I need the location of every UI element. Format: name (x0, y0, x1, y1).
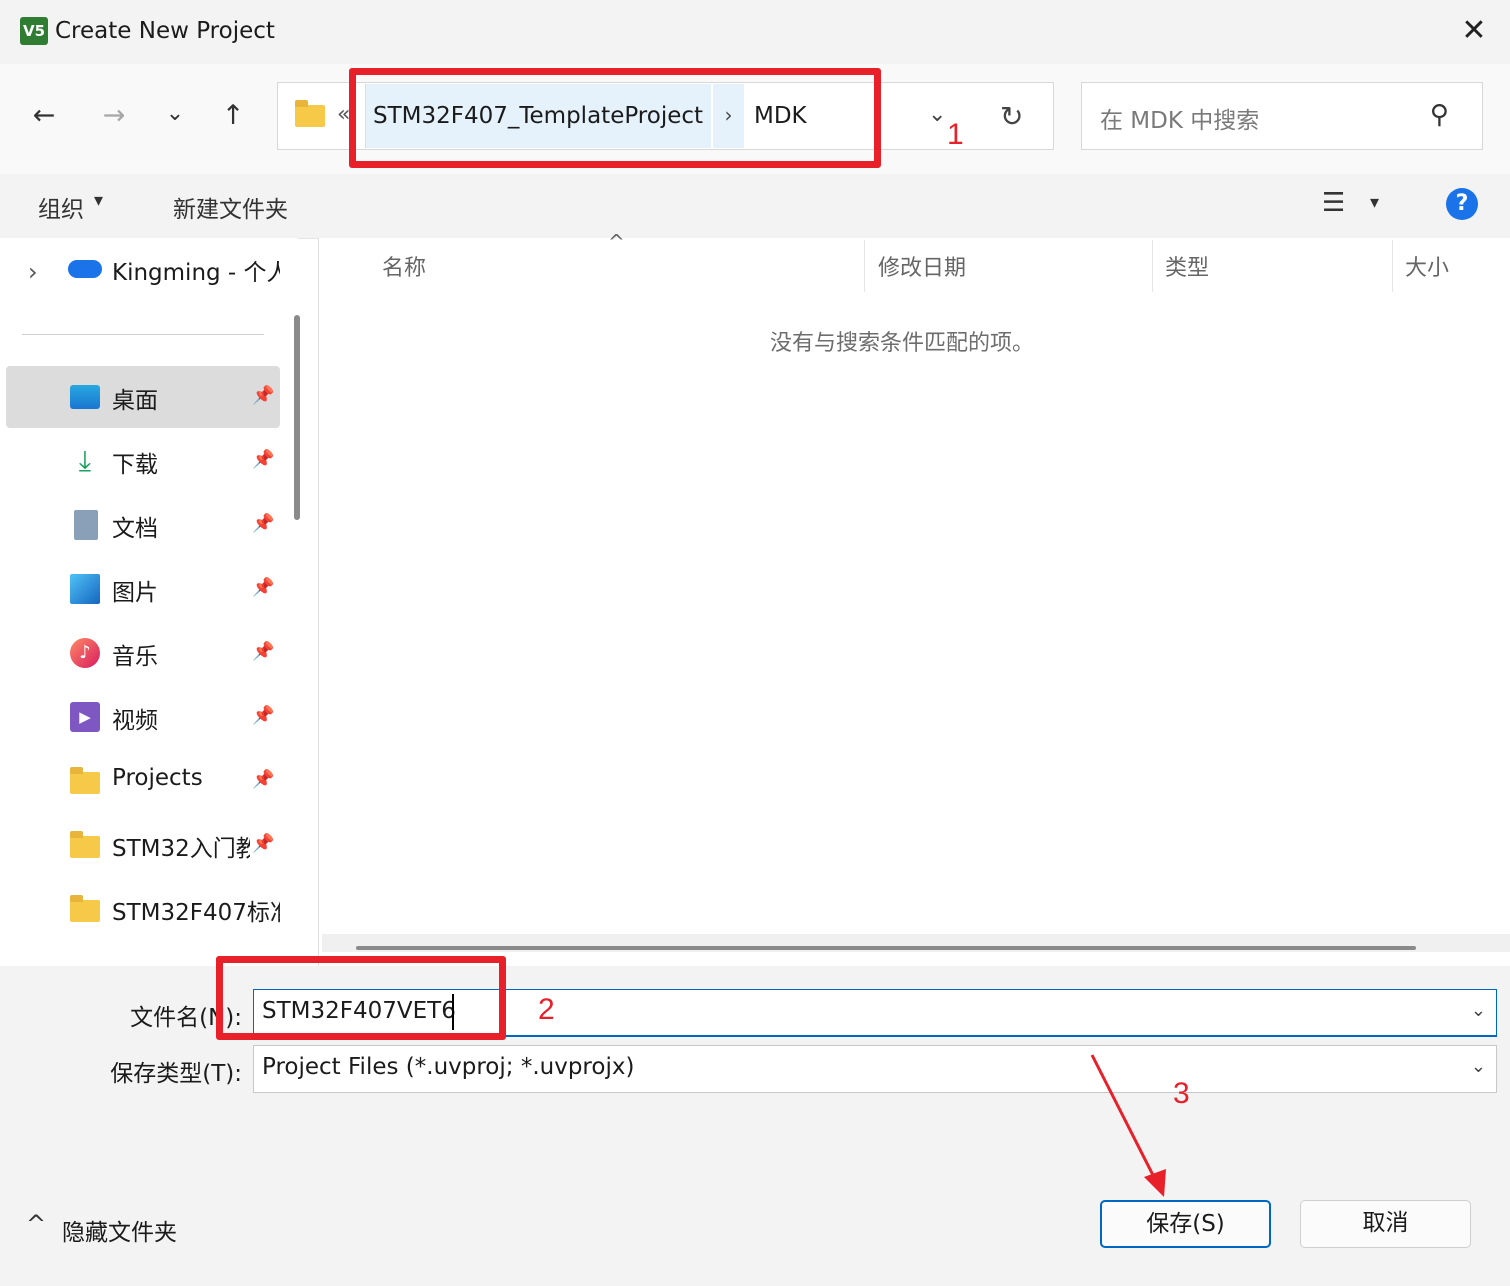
onedrive-cloud-icon (68, 260, 102, 278)
save-button[interactable]: 保存(S) (1100, 1200, 1271, 1248)
folder-icon (70, 895, 100, 922)
filetype-value[interactable]: Project Files (*.uvproj; *.uvprojx) (262, 1054, 634, 1080)
sidebar-item-music[interactable]: ♪ 音乐 📌 (6, 622, 280, 684)
music-icon: ♪ (70, 638, 100, 668)
sidebar-scrollbar[interactable] (294, 315, 300, 520)
pin-icon: 📌 (252, 641, 275, 662)
column-divider[interactable] (1152, 240, 1153, 292)
address-dropdown-icon[interactable]: ⌄ (928, 102, 946, 127)
sidebar-item-downloads[interactable]: ⤓ 下载 📌 (6, 430, 280, 492)
column-header-date-modified[interactable]: 修改日期 (878, 250, 966, 282)
documents-icon (74, 510, 98, 540)
window-title: Create New Project (55, 18, 275, 44)
organize-button[interactable]: 组织 (38, 190, 84, 224)
up-button[interactable]: ↑ (213, 96, 253, 136)
sidebar-item-label: STM32F407标准库 (112, 900, 280, 926)
pin-icon: 📌 (252, 513, 275, 534)
navigation-pane: › Kingming - 个人 桌面 📌 ⤓ 下载 📌 文档 📌 图片 📌 ♪ … (0, 238, 298, 966)
pin-icon: 📌 (252, 449, 275, 470)
videos-icon: ▶ (70, 702, 100, 732)
chevron-down-icon[interactable]: ⌄ (1471, 1000, 1486, 1021)
filetype-label: 保存类型(T): (110, 1061, 242, 1087)
sidebar-item-onedrive[interactable]: Kingming - 个人 (112, 253, 280, 287)
chevron-up-icon[interactable]: ^ (26, 1210, 46, 1238)
sort-ascending-icon: ^ (608, 230, 625, 254)
sidebar-divider (22, 334, 264, 335)
annotation-box-1 (349, 68, 881, 168)
organize-dropdown-icon[interactable]: ▾ (94, 190, 103, 211)
folder-icon (295, 100, 325, 127)
download-icon: ⤓ (78, 444, 92, 477)
sidebar-item-pictures[interactable]: 图片 📌 (6, 558, 280, 620)
search-icon[interactable]: ⚲ (1430, 100, 1449, 130)
annotation-number-2: 2 (538, 993, 555, 1026)
recent-locations-button[interactable]: ⌄ (155, 94, 195, 134)
annotation-arrow (1090, 1054, 1166, 1197)
sidebar-item-stm32-tutorial[interactable]: STM32入门教程 📌 (6, 814, 280, 876)
pin-icon: 📌 (252, 769, 275, 790)
back-button[interactable]: ← (24, 96, 64, 136)
search-placeholder[interactable]: 在 MDK 中搜索 (1100, 101, 1259, 135)
keil-app-icon: V5 (20, 17, 48, 45)
filetype-select[interactable]: Project Files (*.uvproj; *.uvprojx) ⌄ (253, 1045, 1497, 1093)
new-folder-button[interactable]: 新建文件夹 (173, 190, 288, 224)
empty-results-message: 没有与搜索条件匹配的项。 (770, 331, 1035, 356)
folder-icon (70, 767, 100, 794)
annotation-number-1: 1 (947, 118, 964, 151)
desktop-icon (70, 385, 100, 409)
sidebar-item-videos[interactable]: ▶ 视频 📌 (6, 686, 280, 748)
column-divider[interactable] (864, 240, 865, 292)
sidebar-item-desktop[interactable]: 桌面 📌 (6, 366, 280, 428)
view-options-icon[interactable]: ☰ (1322, 188, 1345, 218)
column-header-name[interactable]: 名称 (382, 250, 426, 282)
help-icon[interactable]: ? (1446, 188, 1478, 220)
cancel-button[interactable]: 取消 (1300, 1200, 1471, 1248)
column-header-size[interactable]: 大小 (1405, 250, 1449, 282)
pin-icon: 📌 (252, 385, 275, 406)
sidebar-item-stm32f407-lib[interactable]: STM32F407标准库 (6, 878, 280, 940)
chevron-down-icon[interactable]: ⌄ (1471, 1056, 1486, 1077)
close-button[interactable]: ✕ (1450, 10, 1498, 54)
sidebar-item-label: STM32入门教程 (112, 836, 250, 862)
pin-icon: 📌 (252, 833, 275, 854)
folder-icon (70, 831, 100, 858)
sidebar-item-projects[interactable]: Projects 📌 (6, 750, 280, 812)
expand-chevron-icon[interactable]: › (28, 258, 38, 286)
sidebar-item-documents[interactable]: 文档 📌 (6, 494, 280, 556)
annotation-box-2 (216, 956, 506, 1040)
pictures-icon (70, 574, 100, 604)
column-header-type[interactable]: 类型 (1165, 250, 1209, 282)
refresh-icon[interactable]: ↻ (1000, 100, 1023, 133)
view-dropdown-icon[interactable]: ▾ (1370, 192, 1379, 213)
pin-icon: 📌 (252, 705, 275, 726)
pin-icon: 📌 (252, 577, 275, 598)
forward-button[interactable]: → (94, 96, 134, 136)
horizontal-scrollbar[interactable] (356, 946, 1416, 950)
hide-folders-button[interactable]: 隐藏文件夹 (62, 1213, 177, 1247)
column-divider[interactable] (1392, 240, 1393, 292)
